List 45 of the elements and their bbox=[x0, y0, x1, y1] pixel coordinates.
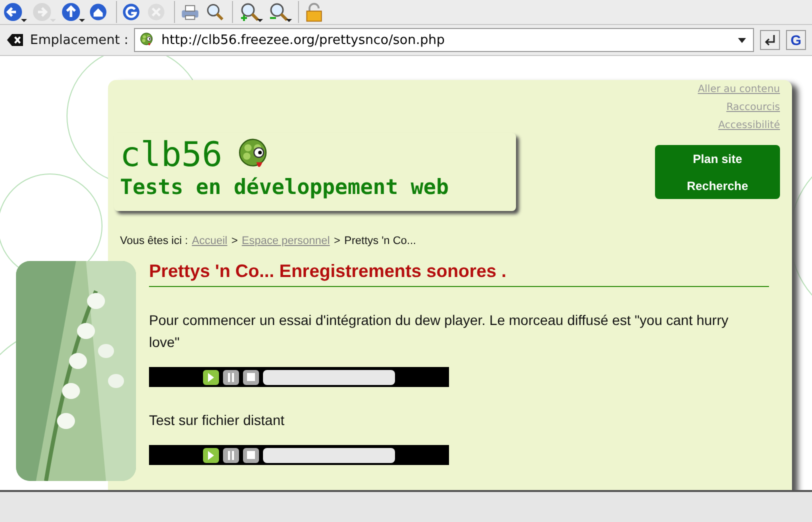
pause-icon bbox=[227, 450, 235, 460]
page-heading: Prettys 'n Co... Enregistrements sonores . bbox=[149, 261, 769, 287]
clear-location-icon[interactable] bbox=[6, 33, 24, 47]
breadcrumb-separator: > bbox=[334, 235, 340, 247]
breadcrumb-link[interactable]: Espace personnel bbox=[242, 235, 330, 247]
stop-button[interactable] bbox=[243, 448, 259, 462]
search-engine-button[interactable]: G bbox=[786, 30, 806, 50]
stop-button[interactable] bbox=[243, 370, 259, 384]
skip-link[interactable]: Accessibilité bbox=[718, 120, 780, 131]
up-icon bbox=[61, 2, 85, 22]
enter-arrow-icon bbox=[763, 33, 777, 47]
zoom-out-button[interactable] bbox=[267, 1, 293, 23]
breadcrumb-current: Prettys 'n Co... bbox=[344, 235, 416, 247]
breadcrumb-label: Vous êtes ici : bbox=[120, 235, 188, 247]
breadcrumb-link[interactable]: Accueil bbox=[192, 235, 228, 247]
breadcrumb-separator: > bbox=[231, 235, 238, 247]
stop-icon bbox=[247, 451, 255, 459]
play-button[interactable] bbox=[203, 370, 219, 384]
paragraph: Test sur fichier distant bbox=[149, 411, 286, 430]
skip-link[interactable]: Raccourcis bbox=[726, 102, 780, 113]
nav-link[interactable]: Recherche bbox=[686, 178, 748, 192]
stop-icon bbox=[247, 373, 255, 381]
up-button[interactable] bbox=[60, 1, 86, 23]
back-icon bbox=[3, 2, 27, 22]
play-icon bbox=[207, 450, 215, 460]
paragraph: Pour commencer un essai d'intégration du dew player. Le morceau diffusé est "you cant hurry love" bbox=[149, 311, 730, 352]
progress-bar[interactable] bbox=[263, 448, 395, 462]
zoom-in-button[interactable] bbox=[238, 1, 264, 23]
artichoke-mascot-icon bbox=[139, 32, 156, 48]
progress-bar[interactable] bbox=[263, 370, 395, 384]
url-field[interactable]: http://clb56.freezee.org/prettysnco/son.php bbox=[134, 28, 754, 52]
location-label: Emplacement : bbox=[30, 32, 128, 48]
logo-title: clb56 bbox=[120, 135, 222, 175]
pause-button[interactable] bbox=[223, 370, 239, 384]
logo-subtitle: Tests en développement web bbox=[120, 175, 450, 199]
pause-button[interactable] bbox=[223, 448, 239, 462]
go-button[interactable] bbox=[760, 30, 780, 50]
play-icon bbox=[207, 372, 215, 382]
pause-icon bbox=[227, 372, 235, 382]
nav-link[interactable]: Plan site bbox=[692, 152, 742, 166]
back-button[interactable] bbox=[2, 1, 28, 23]
skip-link[interactable]: Aller au contenu bbox=[698, 84, 780, 95]
zoom-in-icon bbox=[239, 2, 263, 22]
zoom-out-icon bbox=[268, 2, 292, 22]
play-button[interactable] bbox=[203, 448, 219, 462]
